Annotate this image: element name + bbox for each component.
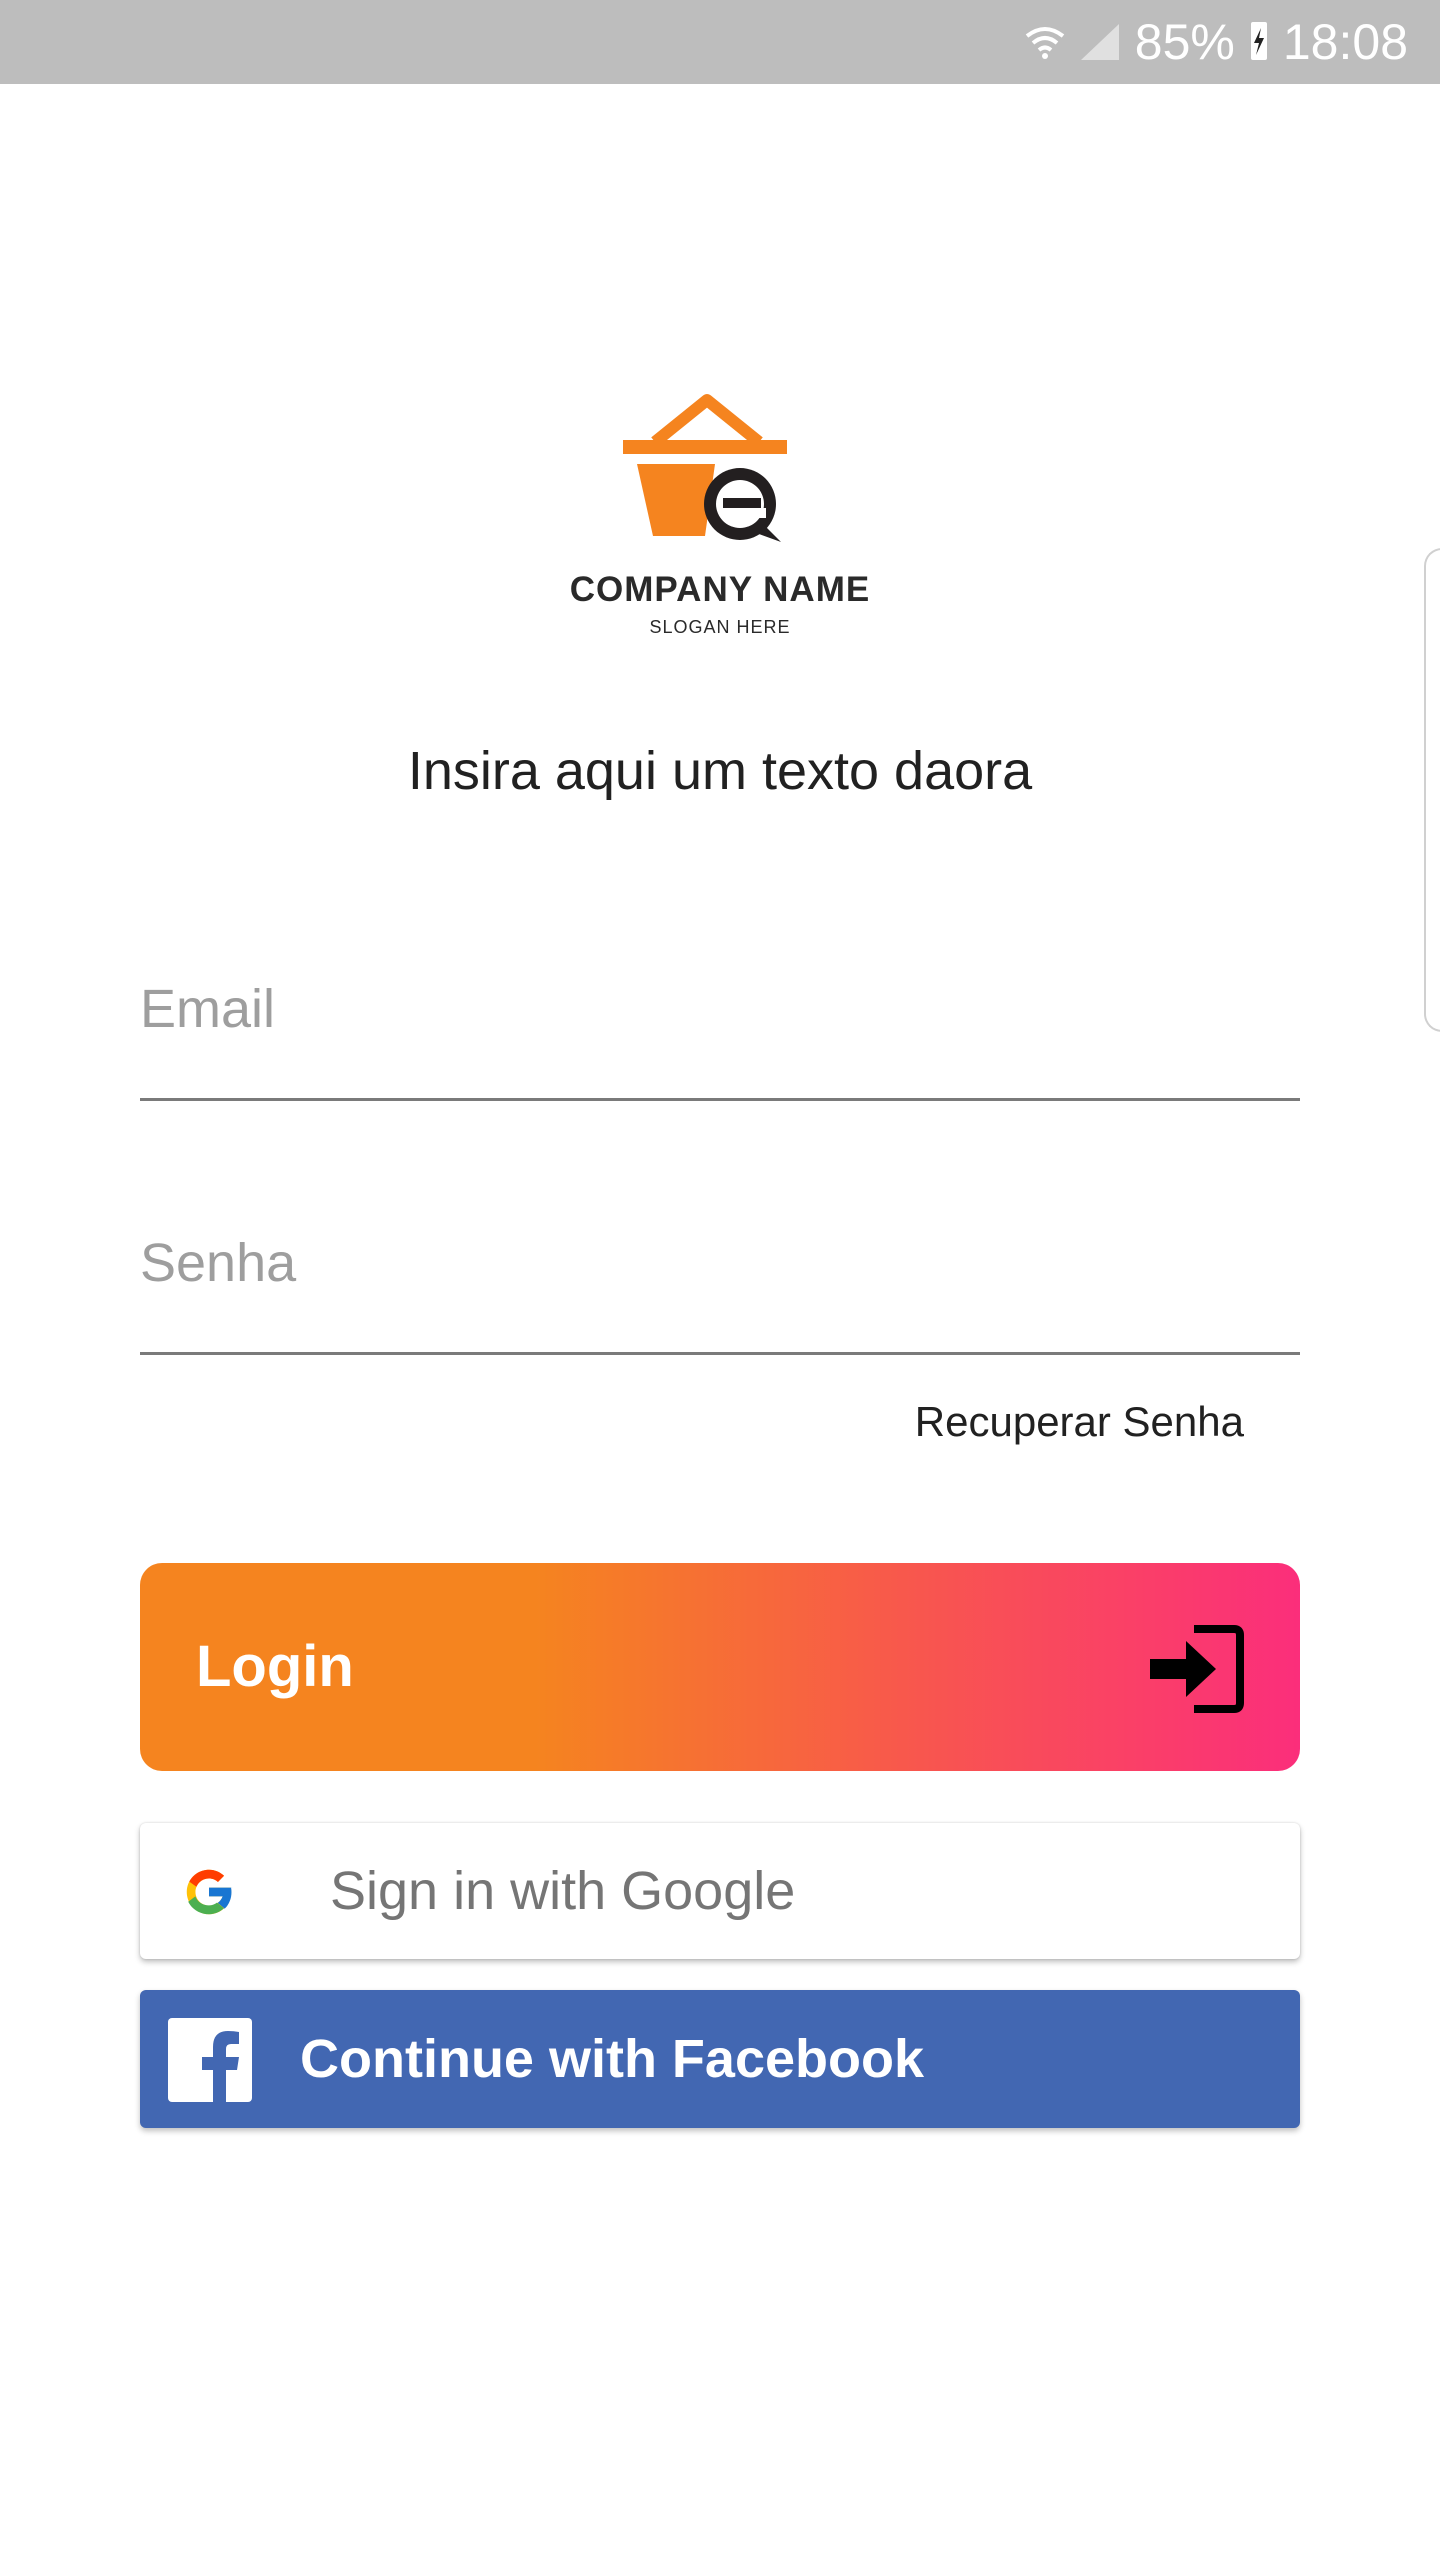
- battery-charging-icon: [1247, 20, 1271, 64]
- signal-icon: [1079, 20, 1123, 64]
- password-field[interactable]: [140, 1232, 1300, 1355]
- company-name: COMPANY NAME: [569, 570, 871, 609]
- facebook-login-label: Continue with Facebook: [300, 2029, 925, 2089]
- login-button[interactable]: Login: [140, 1563, 1300, 1771]
- email-field[interactable]: [140, 978, 1300, 1101]
- email-input[interactable]: [140, 978, 1300, 1040]
- facebook-login-button[interactable]: Continue with Facebook: [140, 1990, 1300, 2128]
- tagline-text: Insira aqui um texto daora: [407, 741, 1033, 801]
- recover-password-link[interactable]: Recuperar Senha: [915, 1398, 1244, 1446]
- status-time: 18:08: [1282, 14, 1408, 70]
- google-signin-button[interactable]: Sign in with Google: [140, 1823, 1300, 1959]
- google-g-icon: [180, 1863, 238, 1921]
- password-input[interactable]: [140, 1232, 1300, 1294]
- battery-percent: 85%: [1134, 14, 1235, 70]
- login-label: Login: [196, 1634, 354, 1699]
- company-slogan: SLOGAN HERE: [649, 617, 791, 637]
- google-signin-label: Sign in with Google: [330, 1861, 796, 1921]
- basket-logo-icon: [623, 394, 787, 542]
- facebook-f-icon: [168, 2018, 252, 2102]
- wifi-icon: [1023, 20, 1067, 64]
- status-bar: 85% 18:08: [0, 0, 1440, 84]
- status-icons: 85% 18:08: [1023, 0, 1408, 84]
- login-arrow-icon: [1146, 1619, 1246, 1719]
